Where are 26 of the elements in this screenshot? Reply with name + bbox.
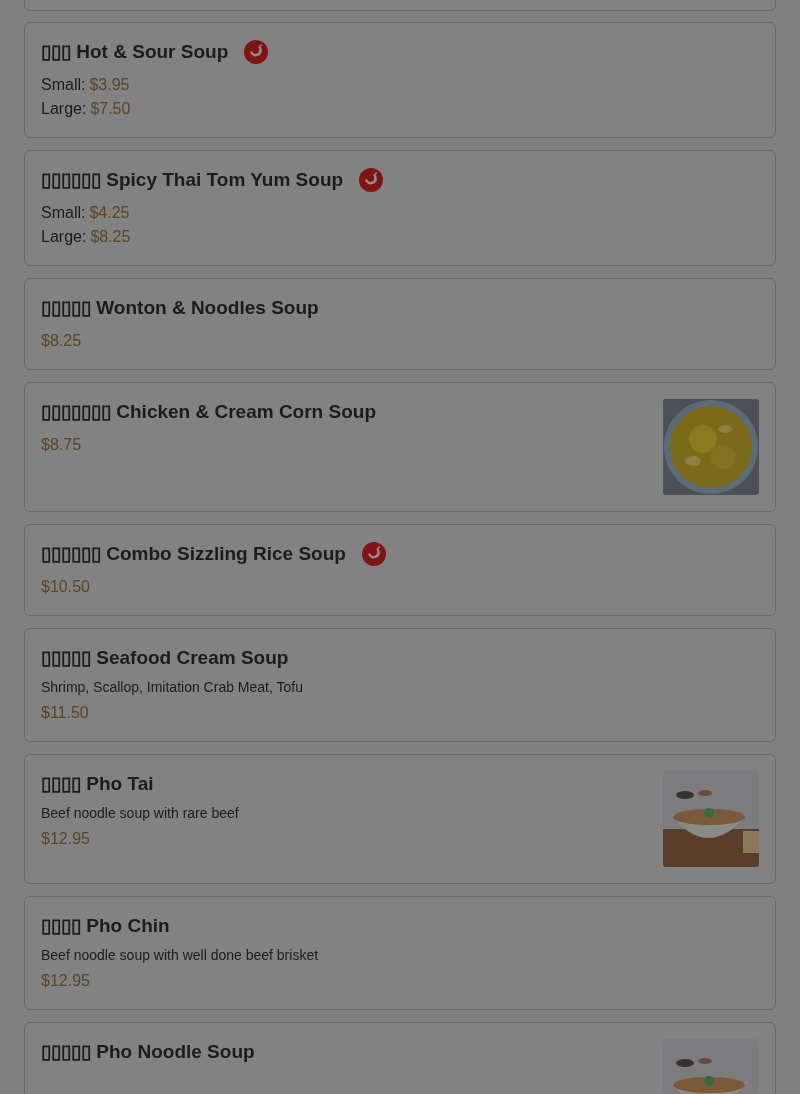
size-label: Small: — [41, 75, 86, 95]
item-description: Beef noodle soup with rare beef — [41, 804, 240, 823]
item-price: $12.95 — [41, 829, 90, 849]
item-name: ▯▯▯▯▯ Pho Noodle Soup — [41, 1040, 255, 1064]
item-price: $3.95 — [89, 75, 130, 95]
item-price: $8.75 — [41, 435, 82, 455]
item-name: ▯▯▯▯▯▯▯ Chicken & Cream Corn Soup — [41, 400, 376, 424]
size-label: Large: — [41, 227, 87, 247]
item-price: $10.50 — [41, 577, 90, 597]
item-description: Shrimp, Scallop, Imitation Crab Meat, Tofu — [41, 678, 304, 697]
item-name: ▯▯▯▯ Pho Tai — [41, 772, 154, 796]
item-name: ▯▯▯▯▯ Wonton & Noodles Soup — [41, 296, 319, 320]
item-price: $8.25 — [41, 331, 82, 351]
item-name: ▯▯▯▯▯▯ Combo Sizzling Rice Soup — [41, 542, 346, 566]
size-label: Small: — [41, 203, 86, 223]
item-name: ▯▯▯▯▯ Seafood Cream Soup — [41, 646, 289, 670]
item-price: $4.25 — [89, 203, 130, 223]
size-label: Large: — [41, 99, 87, 119]
item-name: ▯▯▯ Hot & Sour Soup — [41, 40, 229, 64]
item-price: $12.95 — [41, 971, 90, 991]
item-price: $7.50 — [90, 99, 131, 119]
item-price: $11.50 — [41, 703, 89, 723]
item-name: ▯▯▯▯ Pho Chin — [41, 914, 170, 938]
item-price: $8.25 — [90, 227, 131, 247]
item-name: ▯▯▯▯▯▯ Spicy Thai Tom Yum Soup — [41, 168, 344, 192]
item-description: Beef noodle soup with well done beef brisket — [41, 946, 320, 965]
